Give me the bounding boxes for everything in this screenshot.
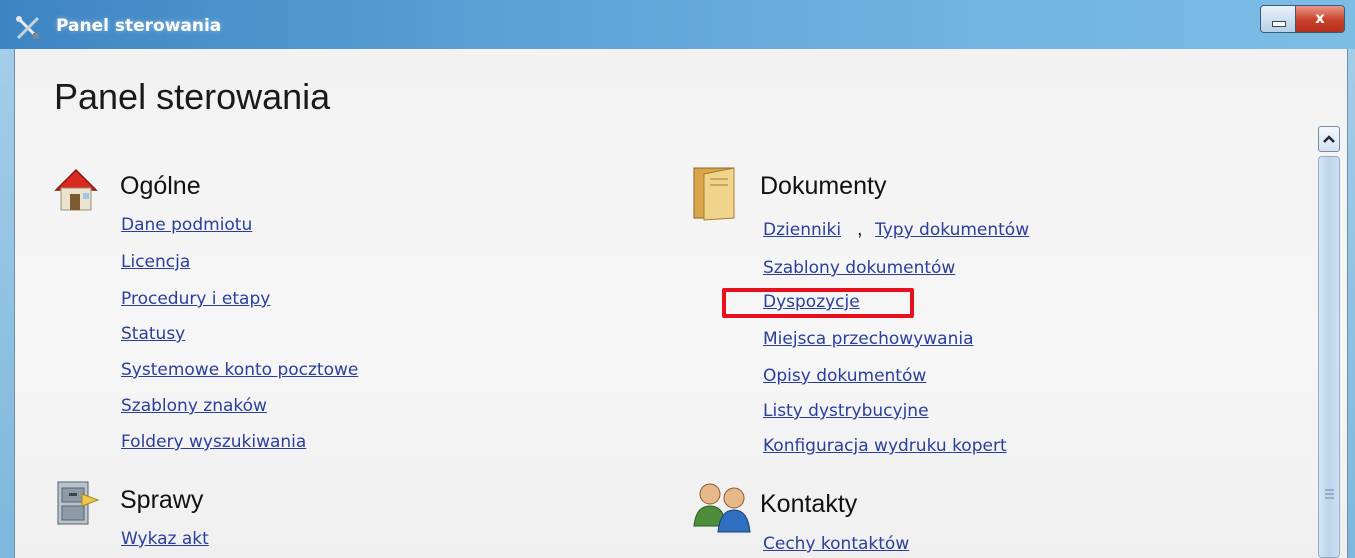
section-title-sprawy: Sprawy bbox=[120, 486, 204, 514]
link-licencja[interactable]: Licencja bbox=[121, 252, 190, 272]
title-bar[interactable]: Panel sterowania x bbox=[0, 0, 1355, 49]
close-button[interactable]: x bbox=[1296, 6, 1344, 32]
control-panel-window: Panel sterowania x Panel sterowania Ogól… bbox=[0, 0, 1355, 558]
link-cechy-kontaktow[interactable]: Cechy kontaktów bbox=[763, 534, 909, 554]
link-opisy-dokumentow[interactable]: Opisy dokumentów bbox=[763, 366, 926, 386]
page-title: Panel sterowania bbox=[54, 76, 331, 117]
scroll-up-button[interactable] bbox=[1318, 126, 1340, 152]
link-systemowe-konto-pocztowe[interactable]: Systemowe konto pocztowe bbox=[121, 360, 358, 380]
link-foldery-wyszukiwania[interactable]: Foldery wyszukiwania bbox=[121, 432, 306, 452]
cabinet-icon bbox=[57, 481, 100, 525]
link-miejsca-przechowywania[interactable]: Miejsca przechowywania bbox=[763, 329, 973, 349]
link-szablony-dokumentow[interactable]: Szablony dokumentów bbox=[763, 258, 955, 278]
link-separator: , bbox=[857, 218, 863, 240]
link-typy-dokumentow[interactable]: Typy dokumentów bbox=[875, 220, 1029, 240]
vertical-scrollbar[interactable] bbox=[1318, 126, 1342, 558]
window-title: Panel sterowania bbox=[56, 16, 222, 36]
tools-icon bbox=[16, 16, 40, 40]
grip-icon bbox=[1325, 489, 1334, 499]
folder-icon bbox=[693, 167, 735, 221]
link-dzienniki[interactable]: Dzienniki bbox=[763, 220, 841, 240]
section-title-dokumenty: Dokumenty bbox=[760, 172, 887, 200]
window-controls: x bbox=[1260, 5, 1345, 33]
section-title-ogolne: Ogólne bbox=[120, 172, 201, 200]
people-icon bbox=[693, 483, 751, 533]
link-dane-podmiotu[interactable]: Dane podmiotu bbox=[121, 215, 252, 235]
link-procedury-i-etapy[interactable]: Procedury i etapy bbox=[121, 289, 270, 309]
chevron-up-icon bbox=[1323, 135, 1335, 143]
annotation-highlight bbox=[722, 288, 914, 318]
link-statusy[interactable]: Statusy bbox=[121, 324, 185, 344]
link-szablony-znakow[interactable]: Szablony znaków bbox=[121, 396, 267, 416]
minimize-button[interactable] bbox=[1261, 6, 1296, 32]
scroll-thumb[interactable] bbox=[1318, 156, 1340, 558]
link-konfiguracja-wydruku-kopert[interactable]: Konfiguracja wydruku kopert bbox=[763, 436, 1007, 456]
link-wykaz-akt[interactable]: Wykaz akt bbox=[121, 529, 209, 549]
house-icon bbox=[54, 168, 98, 211]
section-title-kontakty: Kontakty bbox=[760, 490, 858, 518]
link-listy-dystrybucyjne[interactable]: Listy dystrybucyjne bbox=[763, 401, 929, 421]
